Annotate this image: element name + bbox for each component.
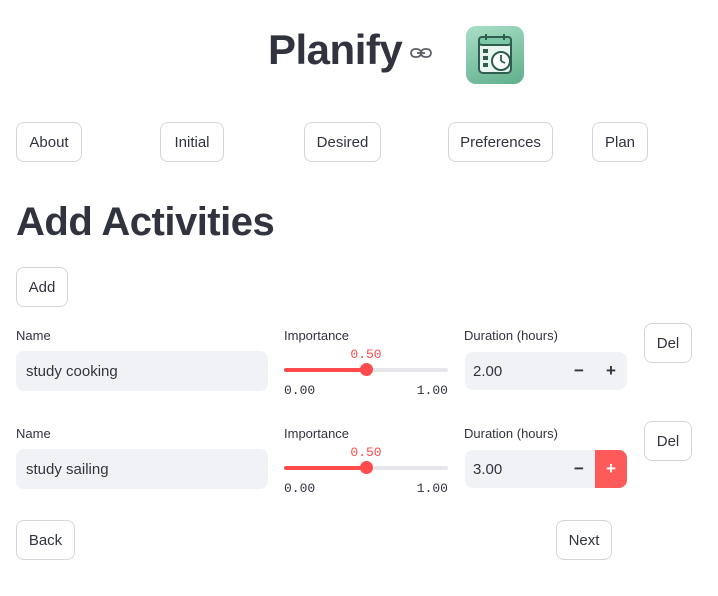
slider-min-label: 0.00 bbox=[284, 481, 316, 496]
link-icon[interactable] bbox=[410, 46, 432, 60]
decrement-button[interactable]: − bbox=[563, 352, 595, 390]
decrement-button[interactable]: − bbox=[563, 450, 595, 488]
delete-activity-button[interactable]: Del bbox=[644, 323, 692, 363]
calendar-clock-icon bbox=[466, 26, 524, 84]
importance-slider[interactable]: 0.50 0.00 1.00 bbox=[284, 347, 448, 407]
slider-thumb[interactable] bbox=[360, 461, 373, 474]
app-title: Planify bbox=[268, 26, 403, 73]
delete-activity-button[interactable]: Del bbox=[644, 421, 692, 461]
duration-number-input[interactable]: 2.00 − + bbox=[465, 352, 627, 390]
slider-max-label: 1.00 bbox=[416, 481, 448, 496]
importance-label: Importance bbox=[284, 426, 350, 441]
slider-fill bbox=[284, 466, 366, 470]
name-label: Name bbox=[16, 328, 51, 343]
slider-thumb[interactable] bbox=[360, 363, 373, 376]
back-button[interactable]: Back bbox=[16, 520, 75, 560]
nav-initial-button[interactable]: Initial bbox=[160, 122, 224, 162]
activity-name-input[interactable] bbox=[16, 449, 268, 489]
next-button[interactable]: Next bbox=[556, 520, 612, 560]
add-activity-button[interactable]: Add bbox=[16, 267, 68, 307]
nav-desired-button[interactable]: Desired bbox=[304, 122, 381, 162]
slider-min-label: 0.00 bbox=[284, 383, 316, 398]
slider-max-label: 1.00 bbox=[416, 383, 448, 398]
duration-label: Duration (hours) bbox=[464, 426, 558, 441]
nav-plan-button[interactable]: Plan bbox=[592, 122, 648, 162]
duration-value[interactable]: 3.00 bbox=[473, 461, 502, 478]
slider-fill bbox=[284, 368, 366, 372]
nav-preferences-button[interactable]: Preferences bbox=[448, 122, 553, 162]
importance-value: 0.50 bbox=[350, 445, 382, 460]
importance-value: 0.50 bbox=[350, 347, 382, 362]
app-header: Planify bbox=[0, 24, 718, 84]
duration-number-input[interactable]: 3.00 − + bbox=[465, 450, 627, 488]
name-label: Name bbox=[16, 426, 51, 441]
duration-label: Duration (hours) bbox=[464, 328, 558, 343]
increment-button[interactable]: + bbox=[595, 450, 627, 488]
duration-value[interactable]: 2.00 bbox=[473, 363, 502, 380]
importance-label: Importance bbox=[284, 328, 350, 343]
nav-about-button[interactable]: About bbox=[16, 122, 82, 162]
importance-slider[interactable]: 0.50 0.00 1.00 bbox=[284, 445, 448, 505]
section-title: Add Activities bbox=[16, 200, 275, 244]
increment-button[interactable]: + bbox=[595, 352, 627, 390]
activity-name-input[interactable] bbox=[16, 351, 268, 391]
